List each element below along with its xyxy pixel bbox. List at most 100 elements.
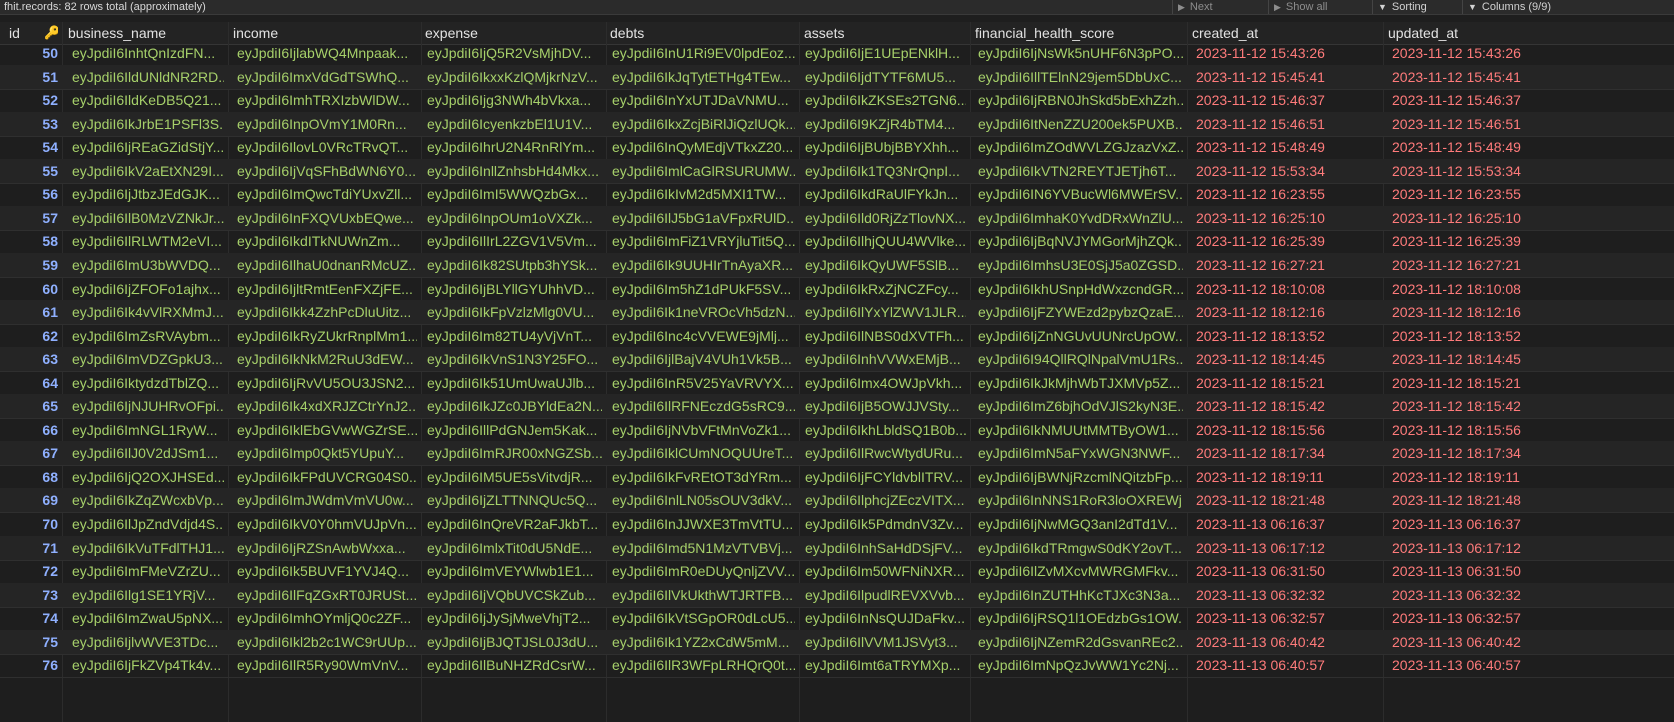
cell-debts[interactable]: eyJpdiI6ImR0eDUyQnljZVV... <box>612 559 795 583</box>
cell-financial-health-score[interactable]: eyJpdiI6IjNwMGQ3anI2dTd1V... <box>978 512 1183 536</box>
cell-business-name[interactable]: eyJpdiI6IjNJUHRvOFpi... <box>72 394 224 418</box>
cell-assets[interactable]: eyJpdiI6IkhLbldSQ1B0b... <box>805 418 966 442</box>
cell-debts[interactable]: eyJpdiI6Im5hZ1dPUkF5SV... <box>612 277 795 301</box>
cell-assets[interactable]: eyJpdiI6IlpudlREVXVvb... <box>805 583 966 607</box>
cell-business-name[interactable]: eyJpdiI6IjQ2OXJHSEd... <box>72 465 224 489</box>
table-row[interactable]: 67 eyJpdiI6IlJ0V2dJSm1... eyJpdiI6Imp0Qkt5… <box>0 441 1674 467</box>
cell-business-name[interactable]: eyJpdiI6ImNGL1RyW... <box>72 418 224 442</box>
cell-expense[interactable]: eyJpdiI6IkJZc0JBYldEa2N... <box>427 394 602 418</box>
cell-id[interactable]: 68 <box>8 465 58 489</box>
cell-assets[interactable]: eyJpdiI6Im50WFNiNXR... <box>805 559 966 583</box>
cell-created-at[interactable]: 2023-11-12 15:46:51 <box>1196 112 1379 136</box>
cell-income[interactable]: eyJpdiI6Ik4xdXRJZCtrYnJ2... <box>237 394 417 418</box>
cell-financial-health-score[interactable]: eyJpdiI6IjFZYWEzd2pybzQzaE... <box>978 300 1183 324</box>
cell-income[interactable]: eyJpdiI6IkNkM2RuU3dEW... <box>237 347 417 371</box>
cell-financial-health-score[interactable]: eyJpdiI6IlZvMXcvMWRGMFkv... <box>978 559 1183 583</box>
cell-financial-health-score[interactable]: eyJpdiI6InZUTHhKcTJXc3N3a... <box>978 583 1183 607</box>
cell-assets[interactable]: eyJpdiI6Imt6aTRYMXp... <box>805 653 966 677</box>
cell-financial-health-score[interactable]: eyJpdiI6IjBqNVJYMGorMjhZQk... <box>978 229 1183 253</box>
cell-financial-health-score[interactable]: eyJpdiI6IjRSQ1l1OEdzbGs1OW... <box>978 606 1183 630</box>
cell-created-at[interactable]: 2023-11-12 15:45:41 <box>1196 65 1379 89</box>
cell-income[interactable]: eyJpdiI6Ikl2b2c1WC9rUUp... <box>237 630 417 654</box>
cell-income[interactable]: eyJpdiI6IlhaU0dnanRMcUZ... <box>237 253 417 277</box>
columns-dropdown[interactable]: ▼ Columns (9/9) <box>1468 0 1551 14</box>
cell-business-name[interactable]: eyJpdiI6IlJ0V2dJSm1... <box>72 441 224 465</box>
cell-financial-health-score[interactable]: eyJpdiI6IN6YVBucWl6MWErSV... <box>978 182 1183 206</box>
cell-debts[interactable]: eyJpdiI6IkJqTytETHg4TEw... <box>612 65 795 89</box>
cell-updated-at[interactable]: 2023-11-12 18:15:56 <box>1392 418 1574 442</box>
cell-debts[interactable]: eyJpdiI6IlJ5bG1aVFpxRUlD... <box>612 206 795 230</box>
cell-expense[interactable]: eyJpdiI6ImVEYWlwb1E1... <box>427 559 602 583</box>
cell-income[interactable]: eyJpdiI6ImJWdmVmVU0w... <box>237 488 417 512</box>
cell-id[interactable]: 61 <box>8 300 58 324</box>
cell-expense[interactable]: eyJpdiI6IkFpVzlzMlg0VU... <box>427 300 602 324</box>
cell-created-at[interactable]: 2023-11-12 18:15:56 <box>1196 418 1379 442</box>
cell-created-at[interactable]: 2023-11-13 06:16:37 <box>1196 512 1379 536</box>
cell-income[interactable]: eyJpdiI6IkRyZUkrRnplMm1... <box>237 324 417 348</box>
cell-business-name[interactable]: eyJpdiI6IjFkZVp4Tk4v... <box>72 653 224 677</box>
cell-income[interactable]: eyJpdiI6Imp0Qkt5YUpuY... <box>237 441 417 465</box>
cell-updated-at[interactable]: 2023-11-12 15:45:41 <box>1392 65 1574 89</box>
cell-debts[interactable]: eyJpdiI6Inc4cVVEWE9jMlj... <box>612 324 795 348</box>
cell-id[interactable]: 66 <box>8 418 58 442</box>
cell-income[interactable]: eyJpdiI6ImhTRXIzbWlDW... <box>237 88 417 112</box>
cell-updated-at[interactable]: 2023-11-12 18:15:42 <box>1392 394 1574 418</box>
cell-business-name[interactable]: eyJpdiI6IjJtbzJEdGJK... <box>72 182 224 206</box>
cell-debts[interactable]: eyJpdiI6IlRFNEczdG5sRC9... <box>612 394 795 418</box>
cell-business-name[interactable]: eyJpdiI6IldUNldNR2RD... <box>72 65 224 89</box>
cell-assets[interactable]: eyJpdiI6IlphcjZEczVITX... <box>805 488 966 512</box>
table-row[interactable]: 69 eyJpdiI6IkZqZWcxbVp... eyJpdiI6ImJWdmVm… <box>0 488 1674 514</box>
cell-business-name[interactable]: eyJpdiI6IldKeDB5Q21... <box>72 88 224 112</box>
cell-assets[interactable]: eyJpdiI6Ild0RjZzTlovNX... <box>805 206 966 230</box>
cell-updated-at[interactable]: 2023-11-12 16:23:55 <box>1392 182 1574 206</box>
cell-business-name[interactable]: eyJpdiI6ImFMeVZrZU... <box>72 559 224 583</box>
cell-financial-health-score[interactable]: eyJpdiI6ImZ6bjhOdVJlS2kyN3E... <box>978 394 1183 418</box>
cell-expense[interactable]: eyJpdiI6IkxxKzlQMjkrNzV... <box>427 65 602 89</box>
cell-debts[interactable]: eyJpdiI6Ik1YZ2xCdW5mM... <box>612 630 795 654</box>
cell-business-name[interactable]: eyJpdiI6IlRLWTM2eVI... <box>72 229 224 253</box>
cell-expense[interactable]: eyJpdiI6IcyenkzbEl1U1V... <box>427 112 602 136</box>
cell-income[interactable]: eyJpdiI6IkV0Y0hmVUJpVn... <box>237 512 417 536</box>
cell-business-name[interactable]: eyJpdiI6Ik4vVlRXMmJ... <box>72 300 224 324</box>
cell-created-at[interactable]: 2023-11-12 18:21:48 <box>1196 488 1379 512</box>
table-row[interactable]: 53 eyJpdiI6IkJrbE1PSFl3S... eyJpdiI6InpOVm… <box>0 111 1674 137</box>
cell-id[interactable]: 65 <box>8 394 58 418</box>
cell-income[interactable]: eyJpdiI6IlR5Ry90WmVnV... <box>237 653 417 677</box>
cell-assets[interactable]: eyJpdiI6Imx4OWJpVkh... <box>805 371 966 395</box>
cell-expense[interactable]: eyJpdiI6IjBJQTJSL0J3dU... <box>427 630 602 654</box>
cell-income[interactable]: eyJpdiI6IjRZSnAwbWxxa... <box>237 536 417 560</box>
cell-income[interactable]: eyJpdiI6Ik5BUVF1YVJ4Q... <box>237 559 417 583</box>
table-body[interactable]: 50 eyJpdiI6InhtQnIzdFN... eyJpdiI6IjlabWQ4… <box>0 41 1674 722</box>
cell-updated-at[interactable]: 2023-11-12 16:25:39 <box>1392 229 1574 253</box>
cell-created-at[interactable]: 2023-11-12 18:19:11 <box>1196 465 1379 489</box>
cell-id[interactable]: 73 <box>8 583 58 607</box>
table-row[interactable]: 71 eyJpdiI6IkVuTFdlTHJ1... eyJpdiI6IjRZSnA… <box>0 535 1674 561</box>
cell-expense[interactable]: eyJpdiI6ImRJR00xNGZSb... <box>427 441 602 465</box>
cell-updated-at[interactable]: 2023-11-12 15:46:51 <box>1392 112 1574 136</box>
cell-financial-health-score[interactable]: eyJpdiI6IjNsWk5nUHF6N3pPO... <box>978 41 1183 65</box>
cell-income[interactable]: eyJpdiI6InpOVmY1M0Rn... <box>237 112 417 136</box>
cell-updated-at[interactable]: 2023-11-13 06:31:50 <box>1392 559 1574 583</box>
cell-debts[interactable]: eyJpdiI6IkFvREtOT3dYRm... <box>612 465 795 489</box>
cell-debts[interactable]: eyJpdiI6IlVkUkthWTJRTFB... <box>612 583 795 607</box>
cell-income[interactable]: eyJpdiI6IlFqZGxRT0JRUSt... <box>237 583 417 607</box>
cell-assets[interactable]: eyJpdiI6IlNBS0dXVTFh... <box>805 324 966 348</box>
cell-business-name[interactable]: eyJpdiI6IkJrbE1PSFl3S... <box>72 112 224 136</box>
cell-financial-health-score[interactable]: eyJpdiI6IjBWNjRzcmlNQitzbFp... <box>978 465 1183 489</box>
cell-updated-at[interactable]: 2023-11-12 15:46:37 <box>1392 88 1574 112</box>
cell-updated-at[interactable]: 2023-11-12 18:21:48 <box>1392 488 1574 512</box>
cell-id[interactable]: 67 <box>8 441 58 465</box>
cell-financial-health-score[interactable]: eyJpdiI6IkdTRmgwS0dKY2ovT... <box>978 536 1183 560</box>
table-row[interactable]: 58 eyJpdiI6IlRLWTM2eVI... eyJpdiI6IkdITkNU… <box>0 229 1674 255</box>
cell-business-name[interactable]: eyJpdiI6IjREaGZidStjY... <box>72 135 224 159</box>
cell-debts[interactable]: eyJpdiI6InlLN05sOUV3dkV... <box>612 488 795 512</box>
cell-created-at[interactable]: 2023-11-12 18:14:45 <box>1196 347 1379 371</box>
cell-expense[interactable]: eyJpdiI6IlBuNHZRdCsrW... <box>427 653 602 677</box>
table-row[interactable]: 51 eyJpdiI6IldUNldNR2RD... eyJpdiI6ImxVdGd… <box>0 64 1674 90</box>
cell-debts[interactable]: eyJpdiI6IkVtSGpOR0dLcU5... <box>612 606 795 630</box>
table-row[interactable]: 59 eyJpdiI6ImU3bWVDQ... eyJpdiI6IlhaU0dnan… <box>0 252 1674 278</box>
cell-income[interactable]: eyJpdiI6IkdITkNUWnZm... <box>237 229 417 253</box>
cell-income[interactable]: eyJpdiI6ImQwcTdiYUxvZll... <box>237 182 417 206</box>
cell-created-at[interactable]: 2023-11-12 15:53:34 <box>1196 159 1379 183</box>
cell-business-name[interactable]: eyJpdiI6IjZFOFo1ajhx... <box>72 277 224 301</box>
